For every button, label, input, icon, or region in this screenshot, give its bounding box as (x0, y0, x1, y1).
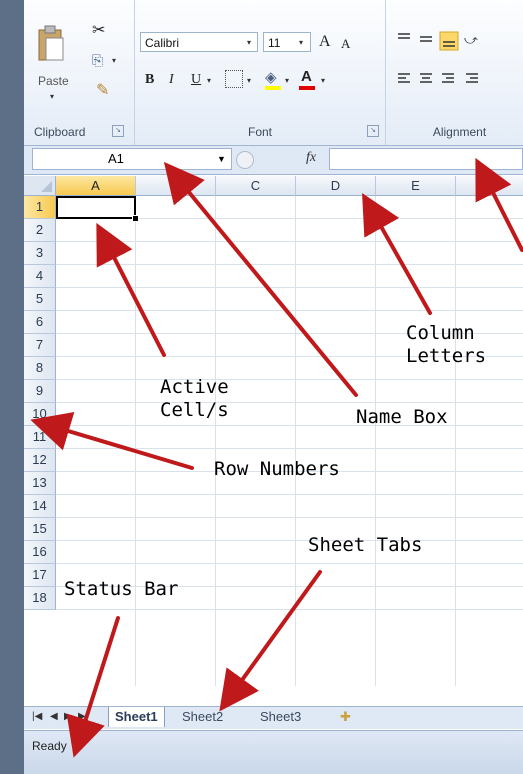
annotation-arrows (30, 157, 523, 758)
annotation-column-letters: Column Letters (406, 322, 487, 367)
annotation-active-cells: Active Cell/s (160, 376, 229, 421)
name-box-arrow (163, 161, 358, 397)
status-bar-arrow (66, 616, 120, 758)
row-numbers-arrow (30, 411, 194, 470)
sheet-tabs-arrow (219, 570, 322, 712)
column-letters-arrow (362, 193, 432, 315)
annotation-row-numbers: Row Numbers (214, 458, 340, 480)
active-cell-arrow (96, 222, 166, 357)
annotation-sheet-tabs: Sheet Tabs (308, 534, 423, 556)
annotation-name-box: Name Box (356, 406, 448, 428)
excel-window: Paste ▾ ✂ ⎘ ▾ ✎ Clipboard ↘ Calibri ▾ 11… (24, 0, 523, 774)
annotation-status-bar: Status Bar (64, 578, 179, 600)
formula-bar-arrow (475, 157, 523, 252)
